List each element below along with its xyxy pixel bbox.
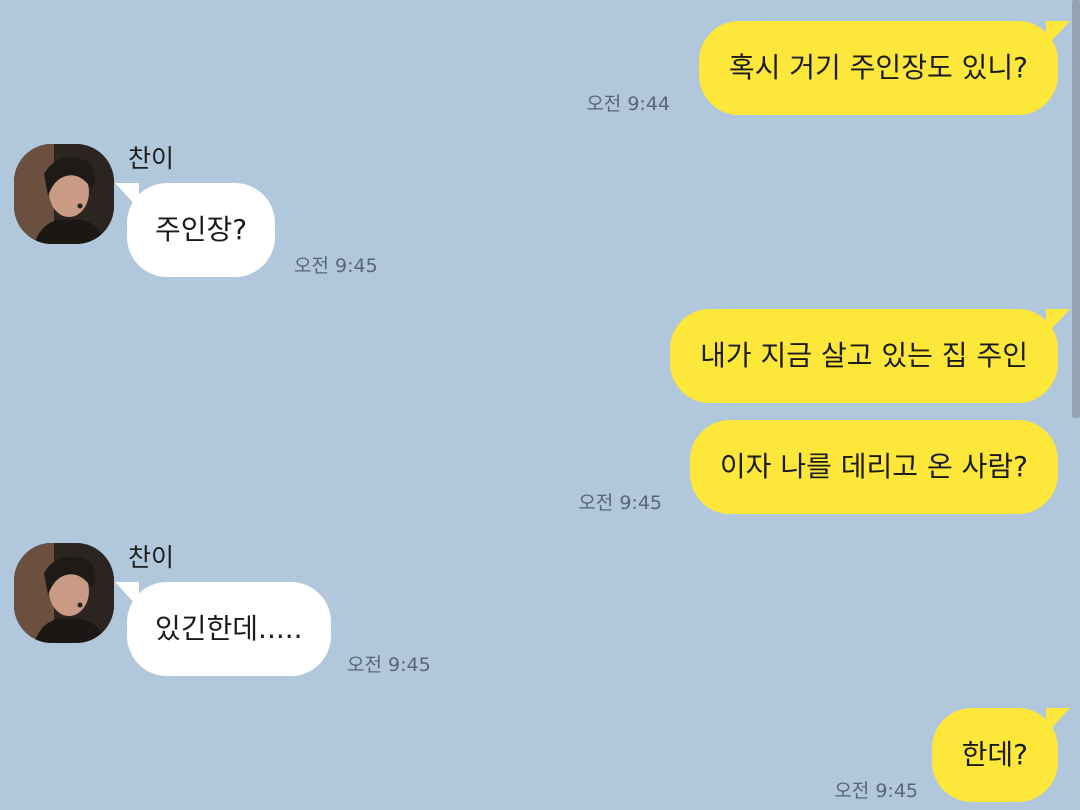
message-text: 주인장? [155, 213, 248, 246]
message-bubble-outgoing[interactable]: 혹시 거기 주인장도 있니? [698, 21, 1070, 115]
avatar[interactable] [14, 144, 114, 244]
message-text: 이자 나를 데리고 온 사람? [719, 450, 1028, 483]
message-timestamp: 오전 9:44 [586, 93, 670, 115]
bubble-tail [1046, 708, 1070, 734]
message-text: 있긴한데..... [155, 612, 303, 645]
bubble-tail [115, 183, 139, 209]
message-timestamp: 오전 9:45 [347, 654, 431, 676]
bubble-tail [1046, 309, 1070, 335]
sender-name: 찬이 [128, 543, 175, 572]
message-text: 한데? [961, 738, 1028, 771]
message-bubble-outgoing[interactable]: 내가 지금 살고 있는 집 주인 [670, 309, 1070, 403]
sender-name: 찬이 [128, 144, 175, 173]
scrollbar[interactable] [1072, 0, 1080, 418]
message-bubble-outgoing[interactable]: 한데? [931, 708, 1070, 802]
message-bubble-incoming[interactable]: 주인장? [115, 183, 276, 277]
bubble-tail [1046, 21, 1070, 47]
message-timestamp: 오전 9:45 [294, 255, 378, 277]
message-timestamp: 오전 9:45 [834, 780, 918, 802]
message-bubble-outgoing[interactable]: 이자 나를 데리고 온 사람? [689, 420, 1058, 514]
message-text: 내가 지금 살고 있는 집 주인 [700, 339, 1028, 372]
avatar-photo-icon [14, 144, 114, 244]
message-timestamp: 오전 9:45 [578, 492, 662, 514]
message-text: 혹시 거기 주인장도 있니? [728, 51, 1028, 84]
avatar-photo-icon [14, 543, 114, 643]
chat-area[interactable]: 혹시 거기 주인장도 있니? 오전 9:44 찬이 주인장? 오전 9:45 내… [0, 0, 1080, 810]
avatar[interactable] [14, 543, 114, 643]
bubble-tail [115, 582, 139, 608]
message-bubble-incoming[interactable]: 있긴한데..... [115, 582, 331, 676]
